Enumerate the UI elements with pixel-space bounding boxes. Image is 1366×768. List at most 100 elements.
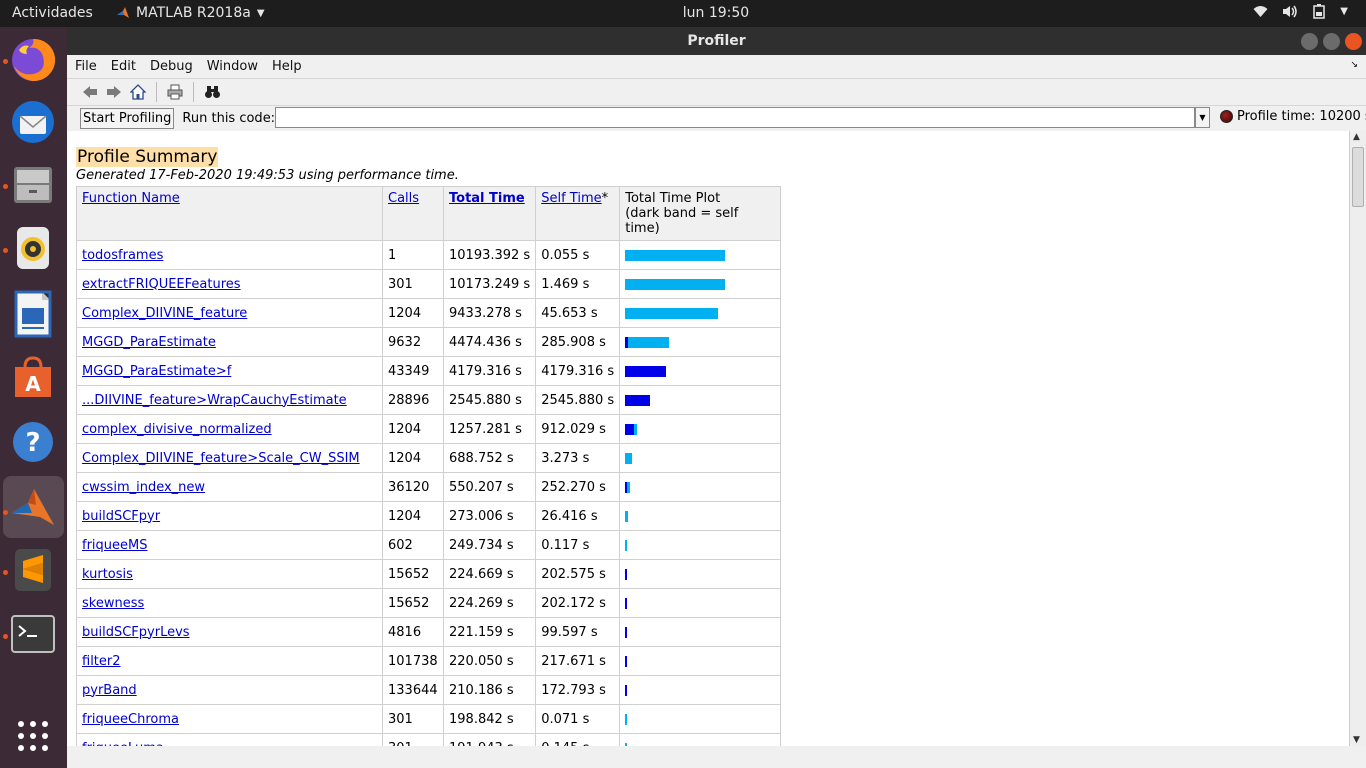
table-row: skewness 15652 224.269 s 202.172 s	[76, 588, 782, 618]
app-menu[interactable]: MATLAB R2018a ▼	[116, 5, 265, 21]
vertical-scrollbar[interactable]: ▲ ▼	[1349, 131, 1366, 746]
total-time-cell: 210.186 s	[442, 675, 537, 705]
minimize-button[interactable]	[1301, 33, 1318, 50]
menu-file[interactable]: File	[75, 59, 97, 74]
function-name-cell[interactable]: filter2	[76, 646, 383, 676]
function-name-cell[interactable]: friqueeChroma	[76, 704, 383, 734]
function-name-link[interactable]: kurtosis	[82, 567, 133, 582]
function-name-cell[interactable]: friqueeLuma	[76, 733, 383, 746]
start-profiling-button[interactable]: Start Profiling	[80, 107, 175, 129]
header-total-time[interactable]: Total Time	[442, 186, 537, 241]
scroll-up-icon[interactable]: ▲	[1353, 132, 1360, 142]
menu-edit[interactable]: Edit	[111, 59, 136, 74]
total-time-cell: 224.269 s	[442, 588, 537, 618]
function-name-link[interactable]: friqueeMS	[82, 538, 148, 553]
function-name-link[interactable]: filter2	[82, 654, 121, 669]
calls-cell-value: 101738	[388, 653, 438, 669]
function-name-cell[interactable]: buildSCFpyr	[76, 501, 383, 531]
window-titlebar[interactable]: Profiler	[67, 27, 1366, 55]
table-row: friqueeMS 602 249.734 s 0.117 s	[76, 530, 782, 560]
calls-cell-value: 1204	[388, 421, 422, 437]
dock-rhythmbox[interactable]	[8, 223, 58, 273]
maximize-button[interactable]	[1323, 33, 1340, 50]
function-name-link[interactable]: Complex_DIIVINE_feature>Scale_CW_SSIM	[82, 451, 360, 466]
function-name-cell[interactable]: MGGD_ParaEstimate	[76, 327, 383, 357]
menu-window[interactable]: Window	[207, 59, 258, 74]
function-name-cell[interactable]: MGGD_ParaEstimate>f	[76, 356, 383, 386]
function-name-link[interactable]: pyrBand	[82, 683, 137, 698]
system-tray[interactable]: ▼	[1253, 4, 1348, 19]
header-self-time[interactable]: Self Time*	[535, 186, 621, 241]
dock-writer[interactable]	[8, 289, 58, 339]
total-time-bar	[625, 510, 629, 522]
close-button[interactable]	[1345, 33, 1362, 50]
function-name-link[interactable]: skewness	[82, 596, 144, 611]
function-name-link[interactable]: extractFRIQUEEFeatures	[82, 277, 241, 292]
total-time-cell-value: 221.159 s	[449, 624, 514, 640]
sort-by-calls-link[interactable]: Calls	[388, 191, 419, 206]
function-name-cell[interactable]: Complex_DIIVINE_feature>Scale_CW_SSIM	[76, 443, 383, 473]
scroll-thumb[interactable]	[1352, 147, 1364, 207]
scroll-down-icon[interactable]: ▼	[1353, 735, 1360, 745]
function-name-link[interactable]: buildSCFpyrLevs	[82, 625, 190, 640]
function-name-link[interactable]: MGGD_ParaEstimate	[82, 335, 216, 350]
run-code-input[interactable]	[275, 107, 1195, 128]
function-name-cell[interactable]: friqueeMS	[76, 530, 383, 560]
home-button[interactable]	[129, 83, 147, 101]
calls-cell: 1204	[382, 414, 444, 444]
dock-thunderbird[interactable]	[8, 97, 58, 147]
header-calls[interactable]: Calls	[382, 186, 444, 241]
header-function-name[interactable]: Function Name	[76, 186, 383, 241]
dock-matlab[interactable]	[3, 476, 64, 538]
sort-by-name-link[interactable]: Function Name	[82, 191, 180, 206]
calls-cell-value: 28896	[388, 392, 430, 408]
dock-app-grid[interactable]	[8, 711, 58, 761]
total-time-cell-value: 1257.281 s	[449, 421, 522, 437]
undock-arrow-icon[interactable]: ↘	[1350, 60, 1358, 70]
profile-time-text: Profile time: 10200 s	[1237, 109, 1366, 124]
function-name-link[interactable]: friqueeChroma	[82, 712, 179, 727]
function-name-cell[interactable]: complex_divisive_normalized	[76, 414, 383, 444]
forward-button[interactable]	[105, 83, 123, 101]
function-name-link[interactable]: MGGD_ParaEstimate>f	[82, 364, 231, 379]
menu-debug[interactable]: Debug	[150, 59, 193, 74]
dock-sublime[interactable]	[8, 545, 58, 595]
function-name-cell[interactable]: Complex_DIIVINE_feature	[76, 298, 383, 328]
svg-text:?: ?	[25, 428, 40, 458]
status-led-icon	[1220, 110, 1233, 123]
function-name-cell[interactable]: todosframes	[76, 240, 383, 270]
self-time-cell: 912.029 s	[535, 414, 621, 444]
function-name-cell[interactable]: kurtosis	[76, 559, 383, 589]
run-code-dropdown[interactable]: ▼	[1195, 107, 1210, 128]
function-name-cell[interactable]: ...DIIVINE_feature>WrapCauchyEstimate	[76, 385, 383, 415]
function-name-cell[interactable]: extractFRIQUEEFeatures	[76, 269, 383, 299]
total-time-cell: 9433.278 s	[442, 298, 537, 328]
function-name-link[interactable]: buildSCFpyr	[82, 509, 160, 524]
self-time-cell: 0.071 s	[535, 704, 621, 734]
function-name-link[interactable]: cwssim_index_new	[82, 480, 205, 495]
dock-terminal[interactable]	[8, 609, 58, 659]
function-name-link[interactable]: todosframes	[82, 248, 163, 263]
function-name-cell[interactable]: cwssim_index_new	[76, 472, 383, 502]
find-button[interactable]	[203, 83, 221, 101]
dock-software[interactable]: A	[8, 353, 58, 403]
function-name-cell[interactable]: pyrBand	[76, 675, 383, 705]
function-name-link[interactable]: complex_divisive_normalized	[82, 422, 272, 437]
dock-help[interactable]: ?	[8, 417, 58, 467]
total-time-cell: 191.943 s	[442, 733, 537, 746]
sort-by-total-time-link[interactable]: Total Time	[449, 191, 525, 206]
menu-help[interactable]: Help	[272, 59, 302, 74]
activities-button[interactable]: Actividades	[12, 5, 93, 21]
dock-files[interactable]	[8, 159, 58, 209]
function-name-link[interactable]: ...DIIVINE_feature>WrapCauchyEstimate	[82, 393, 347, 408]
calls-cell: 133644	[382, 675, 444, 705]
sort-by-self-time-link[interactable]: Self Time	[541, 191, 601, 206]
back-button[interactable]	[81, 83, 99, 101]
function-name-link[interactable]: Complex_DIIVINE_feature	[82, 306, 247, 321]
calls-cell-value: 1204	[388, 508, 422, 524]
function-name-cell[interactable]: buildSCFpyrLevs	[76, 617, 383, 647]
dock-firefox[interactable]	[8, 35, 58, 85]
print-button[interactable]	[166, 83, 184, 101]
calls-cell-value: 602	[388, 537, 413, 553]
function-name-cell[interactable]: skewness	[76, 588, 383, 618]
